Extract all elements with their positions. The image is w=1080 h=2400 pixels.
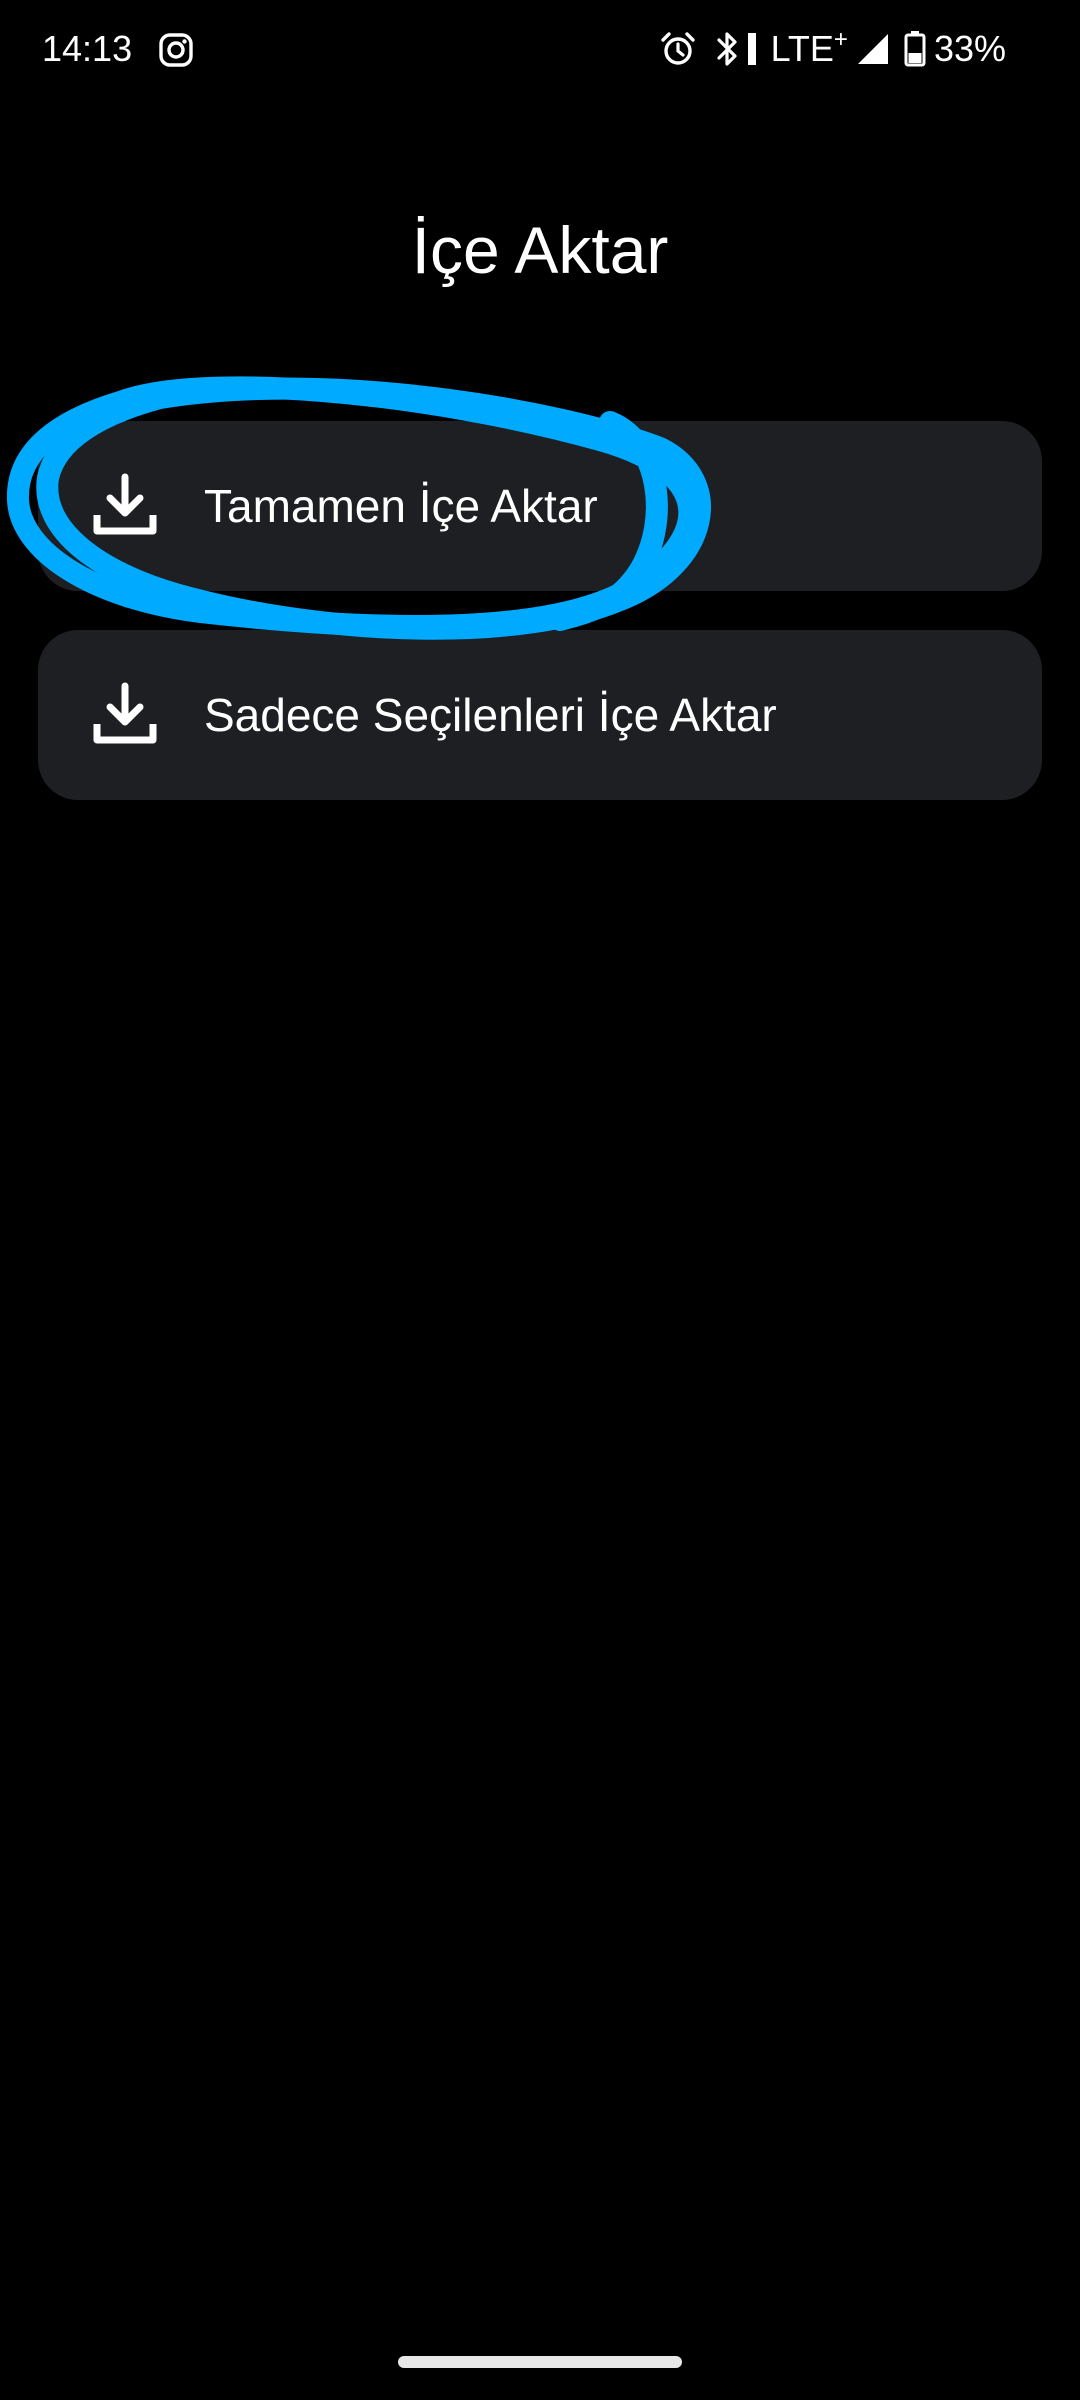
- page-title: İçe Aktar: [411, 213, 669, 287]
- bluetooth-battery-bar: [747, 33, 757, 65]
- battery-icon: [904, 31, 926, 67]
- status-time: 14:13: [42, 28, 133, 69]
- import-selected-label: Sadece Seçilenleri İçe Aktar: [204, 689, 777, 741]
- network-type: LTE: [770, 28, 834, 69]
- status-icons: LTE + 33%: [659, 26, 1006, 72]
- alarm-icon: [659, 30, 697, 68]
- bluetooth-icon: [713, 29, 743, 69]
- home-indicator[interactable]: [398, 2356, 682, 2368]
- import-selected-button[interactable]: Sadece Seçilenleri İçe Aktar: [38, 630, 1042, 800]
- instagram-icon: [158, 32, 194, 68]
- download-icon: [90, 680, 160, 750]
- download-icon: [90, 471, 160, 541]
- battery-percent: 33%: [933, 28, 1006, 69]
- import-all-button[interactable]: Tamamen İçe Aktar: [38, 421, 1042, 591]
- status-bar: 14:13 LTE + 33%: [0, 0, 1080, 100]
- import-screen: 14:13 LTE + 33% İçe Aktar Tamamen İçe Ak…: [0, 0, 1080, 2400]
- import-all-label: Tamamen İçe Aktar: [204, 480, 598, 532]
- signal-icon: [856, 32, 890, 66]
- network-plus: +: [833, 26, 848, 53]
